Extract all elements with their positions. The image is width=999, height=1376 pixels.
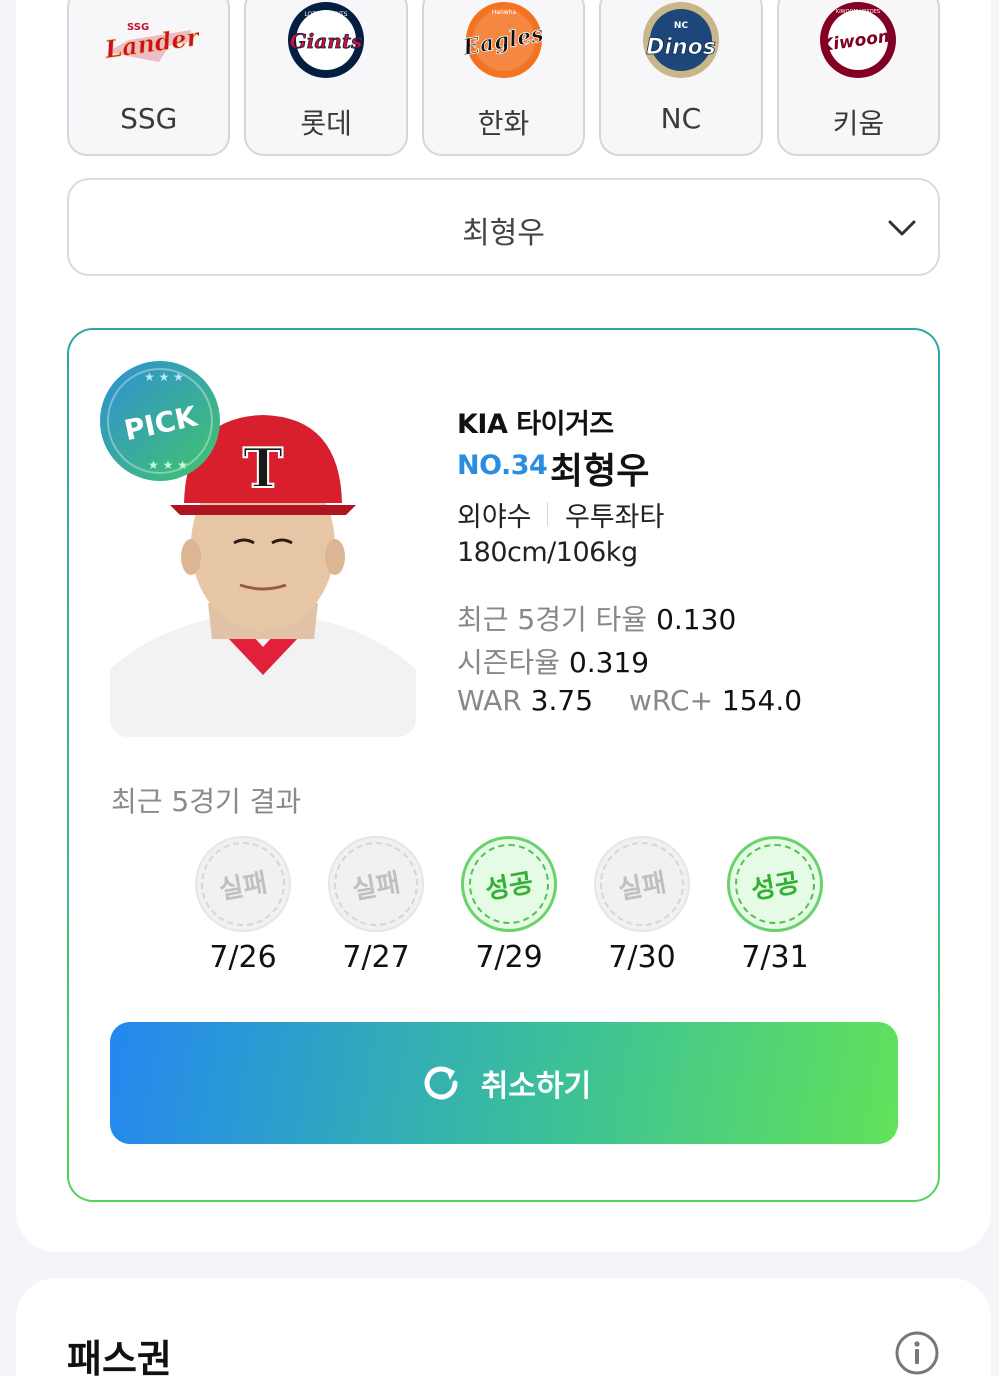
divider <box>547 502 548 526</box>
pick-badge-icon: ★ ★ ★ ★ ★ ★ PICK <box>100 361 220 481</box>
team-card-nc[interactable]: NC Dinos NC <box>599 0 763 156</box>
team-name: NC <box>660 102 702 135</box>
game-date: 7/30 <box>608 940 676 975</box>
chevron-down-icon <box>888 220 916 236</box>
game-date: 7/27 <box>342 940 410 975</box>
team-selector: SSG Landers SSG LOTTE GIANTS Giants 롯데 H… <box>67 0 941 156</box>
wrc-stat: wRC+ 154.0 <box>629 684 802 717</box>
team-logo-top: LOTTE GIANTS <box>304 11 347 18</box>
info-icon[interactable] <box>894 1330 940 1376</box>
game-result-item: 실패 7/26 <box>195 836 291 975</box>
season-avg-label: 시즌타율 <box>457 646 561 679</box>
game-date: 7/31 <box>741 940 809 975</box>
svg-text:★ ★ ★: ★ ★ ★ <box>144 370 184 384</box>
recent-avg-stat: 최근 5경기 타율 0.130 <box>457 598 736 638</box>
team-card-hanwha[interactable]: Hanwha Eagles 한화 <box>421 0 586 156</box>
fail-stamp-icon: 실패 <box>328 836 424 932</box>
player-number: NO.34 <box>457 450 548 481</box>
wrc-label: wRC+ <box>629 684 713 717</box>
season-avg-stat: 시즌타율 0.319 <box>457 641 649 681</box>
player-team: KIA 타이거즈 <box>457 409 614 440</box>
team-logo-text: Giants <box>290 29 363 53</box>
war-stat: WAR 3.75 <box>457 684 593 717</box>
refresh-icon <box>424 1066 458 1100</box>
result-label: 성공 <box>483 867 536 906</box>
hanwha-eagles-logo-icon: Hanwha Eagles <box>459 2 545 78</box>
team-name: 한화 <box>477 107 530 140</box>
war-label: WAR <box>457 684 522 717</box>
recent-results-list: 실패 7/26 실패 7/27 성공 7/29 실패 7/30 성공 7/31 <box>195 836 823 975</box>
fail-stamp-icon: 실패 <box>195 836 291 932</box>
selected-player-label: 최형우 <box>462 216 545 251</box>
result-label: 성공 <box>749 867 802 906</box>
cancel-pick-button[interactable]: 취소하기 <box>110 1022 898 1144</box>
game-result-item: 실패 7/30 <box>594 836 690 975</box>
lotte-giants-logo-icon: LOTTE GIANTS Giants <box>288 2 365 78</box>
team-logo-text: Dinos <box>646 35 716 60</box>
war-value: 3.75 <box>530 684 594 717</box>
team-name: 롯데 <box>300 107 352 140</box>
player-card-body: T ★ ★ ★ ★ ★ ★ PICK KIA 타이거즈 NO.34 최형우 외야… <box>69 330 938 1200</box>
recent-avg-value: 0.130 <box>656 603 737 636</box>
pass-section-title: 패스권 <box>67 1337 172 1376</box>
team-logo-text: Landers <box>102 20 199 64</box>
result-label: 실패 <box>217 867 270 906</box>
svg-text:★ ★ ★: ★ ★ ★ <box>148 458 188 472</box>
pass-section: 패스권 <box>16 1278 991 1376</box>
recent-avg-label: 최근 5경기 타율 <box>457 603 648 636</box>
team-card-lotte[interactable]: LOTTE GIANTS Giants 롯데 <box>244 0 408 156</box>
team-logo-top: Hanwha <box>491 9 516 16</box>
team-card-ssg[interactable]: SSG Landers SSG <box>67 0 231 156</box>
player-body-info: 180cm/106kg <box>457 537 638 568</box>
cap-letter: T <box>243 436 283 500</box>
game-date: 7/29 <box>475 940 543 975</box>
player-name: 최형우 <box>550 451 650 492</box>
team-name: SSG <box>120 102 178 135</box>
game-result-item: 성공 7/29 <box>461 836 557 975</box>
season-avg-value: 0.319 <box>568 646 650 679</box>
team-logo-top: NC <box>674 21 689 31</box>
player-hand: 우투좌타 <box>565 502 665 533</box>
team-name: 키움 <box>832 107 885 140</box>
wrc-value: 154.0 <box>721 684 803 717</box>
game-result-item: 성공 7/31 <box>727 836 823 975</box>
result-label: 실패 <box>350 867 403 906</box>
player-card: T ★ ★ ★ ★ ★ ★ PICK KIA 타이거즈 NO.34 최형우 외야… <box>67 328 940 1202</box>
team-card-kiwoom[interactable]: KIWOOM HEROES Kiwoom 키움 <box>776 0 941 156</box>
nc-dinos-logo-icon: NC Dinos <box>642 2 719 78</box>
team-logo-top: KIWOOM HEROES <box>836 9 880 15</box>
player-position: 외야수 <box>457 502 532 533</box>
recent-results-title: 최근 5경기 결과 <box>111 785 302 818</box>
success-stamp-icon: 성공 <box>727 836 823 932</box>
cancel-button-label: 취소하기 <box>480 1069 592 1104</box>
kiwoom-heroes-logo-icon: KIWOOM HEROES Kiwoom <box>819 2 897 78</box>
ssg-landers-logo-icon: SSG Landers <box>102 20 199 65</box>
game-date: 7/26 <box>209 940 277 975</box>
result-label: 실패 <box>616 867 669 906</box>
player-select-dropdown[interactable]: 최형우 <box>67 178 940 276</box>
fail-stamp-icon: 실패 <box>594 836 690 932</box>
game-result-item: 실패 7/27 <box>328 836 424 975</box>
success-stamp-icon: 성공 <box>461 836 557 932</box>
